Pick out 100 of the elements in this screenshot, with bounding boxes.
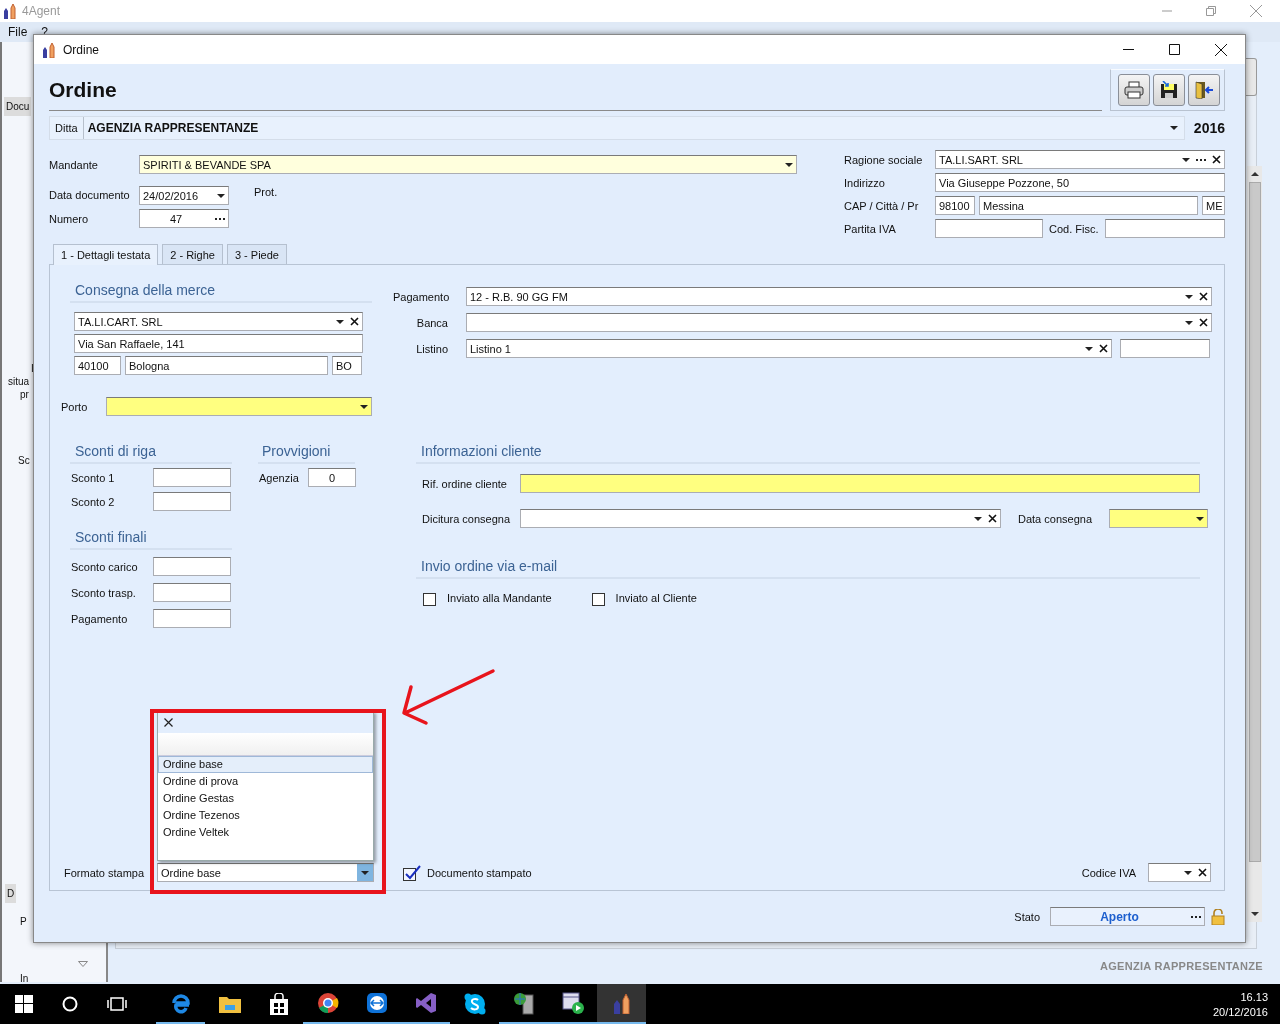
clear-icon[interactable] — [988, 514, 997, 523]
scrollbar[interactable] — [1247, 166, 1262, 922]
dropdown-arrow-icon[interactable] — [336, 319, 344, 324]
scroll-thumb[interactable] — [1248, 182, 1261, 862]
clear-icon[interactable] — [350, 317, 359, 326]
checked-checkbox[interactable] — [403, 864, 421, 881]
input-field[interactable] — [153, 468, 231, 487]
dropdown-arrow-icon[interactable] — [217, 193, 225, 198]
dropdown-arrow-icon[interactable] — [1185, 320, 1193, 325]
dropdown-arrow-icon[interactable] — [1182, 157, 1190, 162]
more-icon[interactable] — [1196, 158, 1206, 161]
unlocked-padlock-icon[interactable] — [1211, 908, 1225, 925]
input-field[interactable] — [153, 557, 231, 576]
shopping-bag-icon[interactable] — [268, 993, 289, 1015]
input-field[interactable] — [153, 609, 231, 628]
combo-box[interactable] — [1148, 863, 1211, 882]
date-picker[interactable]: 24/02/2016 — [139, 186, 229, 205]
combo-box[interactable]: Ordine base — [157, 863, 374, 882]
clear-icon[interactable] — [1199, 318, 1208, 327]
exit-button[interactable] — [1188, 74, 1220, 106]
input-field[interactable]: Via San Raffaele, 141 — [74, 334, 363, 353]
browser-icon[interactable] — [169, 992, 192, 1014]
status-field[interactable]: Aperto — [1050, 907, 1205, 926]
field-label: Agenzia — [259, 471, 300, 484]
input-field[interactable]: 40100 — [74, 356, 121, 375]
ribbon-icon[interactable] — [414, 992, 437, 1014]
input-field[interactable] — [153, 492, 231, 511]
scroll-up-icon[interactable] — [1250, 172, 1259, 176]
input-field[interactable] — [935, 219, 1043, 238]
print-button[interactable] — [1118, 74, 1150, 106]
maximize-icon[interactable] — [1169, 44, 1180, 55]
input-field[interactable]: BO — [332, 356, 362, 375]
side-button[interactable]: D — [5, 884, 17, 903]
task-view-icon[interactable] — [107, 997, 127, 1011]
close-icon[interactable] — [164, 718, 173, 727]
input-field[interactable]: ME — [1202, 196, 1225, 215]
section-heading: Informazioni cliente — [416, 443, 1200, 464]
dropdown-arrow-icon[interactable] — [1196, 516, 1204, 521]
start-icon[interactable] — [15, 995, 33, 1013]
dropdown-arrow-icon[interactable] — [1185, 294, 1193, 299]
number-field[interactable]: 47 — [139, 209, 229, 228]
clear-icon[interactable] — [1212, 155, 1221, 164]
dropdown-arrow-icon[interactable] — [785, 162, 793, 167]
side-text: P — [20, 915, 27, 928]
tab[interactable]: 1 - Dettagli testata — [53, 244, 159, 265]
input-field[interactable]: Messina — [979, 196, 1198, 215]
input-field[interactable]: Via Giuseppe Pozzone, 50 — [935, 173, 1225, 192]
clear-icon[interactable] — [1099, 344, 1108, 353]
number-field[interactable]: 0 — [308, 468, 356, 487]
dropdown-arrow-icon[interactable] — [1085, 346, 1093, 351]
search-icon[interactable] — [62, 996, 78, 1012]
field-label: Pagamento — [71, 612, 129, 625]
company-selector[interactable]: Ditta AGENZIA RAPPRESENTANZE — [49, 116, 1185, 140]
list-item[interactable]: Ordine di prova — [158, 773, 373, 790]
more-icon[interactable] — [1191, 915, 1201, 918]
date-picker[interactable] — [1109, 509, 1208, 528]
tab[interactable]: 3 - Piede — [226, 244, 287, 264]
restore-icon[interactable] — [1206, 6, 1216, 16]
combo-box[interactable]: SPIRITI & BEVANDE SPA — [139, 155, 797, 174]
input-field[interactable] — [1120, 339, 1210, 358]
input-field[interactable]: 98100 — [935, 196, 975, 215]
tab[interactable]: 2 - Righe — [162, 244, 223, 264]
side-button[interactable]: Docu — [4, 97, 32, 116]
dropdown-arrow-icon[interactable] — [360, 404, 368, 409]
more-icon[interactable] — [215, 217, 225, 220]
combo-box[interactable]: TA.LI.CART. SRL — [74, 312, 363, 331]
dropdown-arrow-icon[interactable] — [1170, 126, 1178, 130]
dropdown-arrow-icon[interactable] — [974, 516, 982, 521]
combo-box[interactable]: Listino 1 — [466, 339, 1112, 358]
chat-bubble-icon[interactable] — [463, 993, 486, 1015]
save-button[interactable] — [1153, 74, 1185, 106]
dropdown-button[interactable] — [357, 864, 373, 881]
clear-icon[interactable] — [1198, 868, 1207, 877]
input-field[interactable] — [153, 583, 231, 602]
checkbox-option[interactable]: Documento stampato — [403, 864, 532, 881]
expand-arrow-icon[interactable] — [78, 961, 88, 967]
play-window-icon[interactable] — [561, 992, 584, 1014]
dropdown-arrow-icon[interactable] — [1184, 870, 1192, 875]
list-item[interactable]: Ordine Veltek — [158, 824, 373, 841]
section-heading: Sconti di riga — [70, 443, 232, 464]
menu-item[interactable]: File — [8, 25, 28, 39]
colored-circle-icon[interactable] — [316, 992, 339, 1014]
list-item[interactable]: Ordine Gestas — [158, 790, 373, 807]
input-field[interactable] — [1104, 219, 1225, 238]
checkbox-option[interactable]: Inviato al Cliente — [591, 590, 697, 606]
input-field[interactable] — [520, 474, 1200, 493]
close-icon[interactable] — [1215, 43, 1227, 56]
combo-box[interactable]: 12 - R.B. 90 GG FM — [466, 287, 1212, 306]
search-field[interactable] — [158, 733, 373, 756]
remote-arrows-icon[interactable] — [365, 992, 388, 1014]
input-field[interactable]: Bologna — [125, 356, 328, 375]
scroll-down-icon[interactable] — [1250, 912, 1259, 916]
server-globe-icon[interactable] — [512, 991, 535, 1015]
list-item[interactable]: Ordine base — [158, 756, 373, 773]
combo-box[interactable]: TA.LI.SART. SRL — [935, 150, 1225, 169]
list-item[interactable]: Ordine Tezenos — [158, 807, 373, 824]
folder-icon[interactable] — [218, 995, 241, 1013]
checkbox-option[interactable]: Inviato alla Mandante — [423, 590, 552, 606]
printer-icon — [1124, 81, 1144, 99]
clear-icon[interactable] — [1199, 292, 1208, 301]
